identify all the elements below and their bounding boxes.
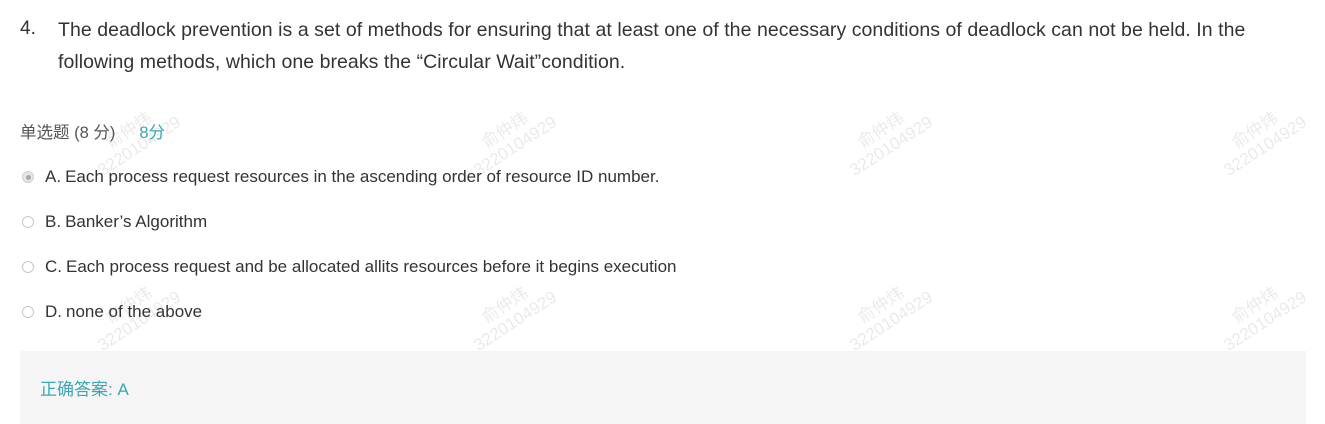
watermark-id: 3220104929 [846, 287, 936, 355]
question-number: 4. [20, 18, 36, 39]
watermark: 俞仲炜 3220104929 [836, 97, 936, 180]
watermark-name: 俞仲炜 [478, 108, 532, 153]
option-c[interactable]: C. Each process request and be allocated… [22, 255, 676, 279]
watermark-id: 3220104929 [1220, 112, 1310, 180]
question-text: The deadlock prevention is a set of meth… [58, 19, 1246, 73]
watermark-id: 3220104929 [470, 287, 560, 355]
watermark-id: 3220104929 [1220, 287, 1310, 355]
correct-answer-text: 正确答案: A [40, 380, 129, 399]
option-d-key: D. [45, 302, 62, 321]
question-meta: 单选题 (8 分) 8分 [20, 119, 165, 143]
radio-button-b[interactable] [22, 216, 34, 228]
score-badge: 8分 [139, 124, 166, 142]
option-a-text: Each process request resources in the as… [65, 167, 660, 186]
watermark-name: 俞仲炜 [854, 108, 908, 153]
watermark-name: 俞仲炜 [1228, 283, 1282, 328]
watermark-name: 俞仲炜 [1228, 108, 1282, 153]
watermark: 俞仲炜 3220104929 [1210, 272, 1310, 355]
option-c-text: Each process request and be allocated al… [66, 257, 677, 276]
option-c-key: C. [45, 257, 62, 276]
option-b[interactable]: B. Banker’s Algorithm [22, 210, 207, 234]
watermark-name: 俞仲炜 [478, 283, 532, 328]
option-b-key: B. [45, 212, 62, 231]
option-a[interactable]: A. Each process request resources in the… [22, 165, 659, 189]
option-d-text: none of the above [66, 302, 203, 321]
correct-answer-panel: 正确答案: A [20, 351, 1306, 424]
watermark: 俞仲炜 3220104929 [1210, 97, 1310, 180]
radio-button-d[interactable] [22, 306, 34, 318]
watermark-id: 3220104929 [846, 112, 936, 180]
radio-button-c[interactable] [22, 261, 34, 273]
watermark: 俞仲炜 3220104929 [836, 272, 936, 355]
question-type-label: 单选题 (8 分) [20, 124, 116, 142]
option-d[interactable]: D. none of the above [22, 300, 202, 324]
watermark-name: 俞仲炜 [854, 283, 908, 328]
option-b-text: Banker’s Algorithm [65, 212, 208, 231]
radio-button-a[interactable] [22, 171, 34, 183]
watermark: 俞仲炜 3220104929 [460, 272, 560, 355]
option-a-key: A. [45, 167, 62, 186]
